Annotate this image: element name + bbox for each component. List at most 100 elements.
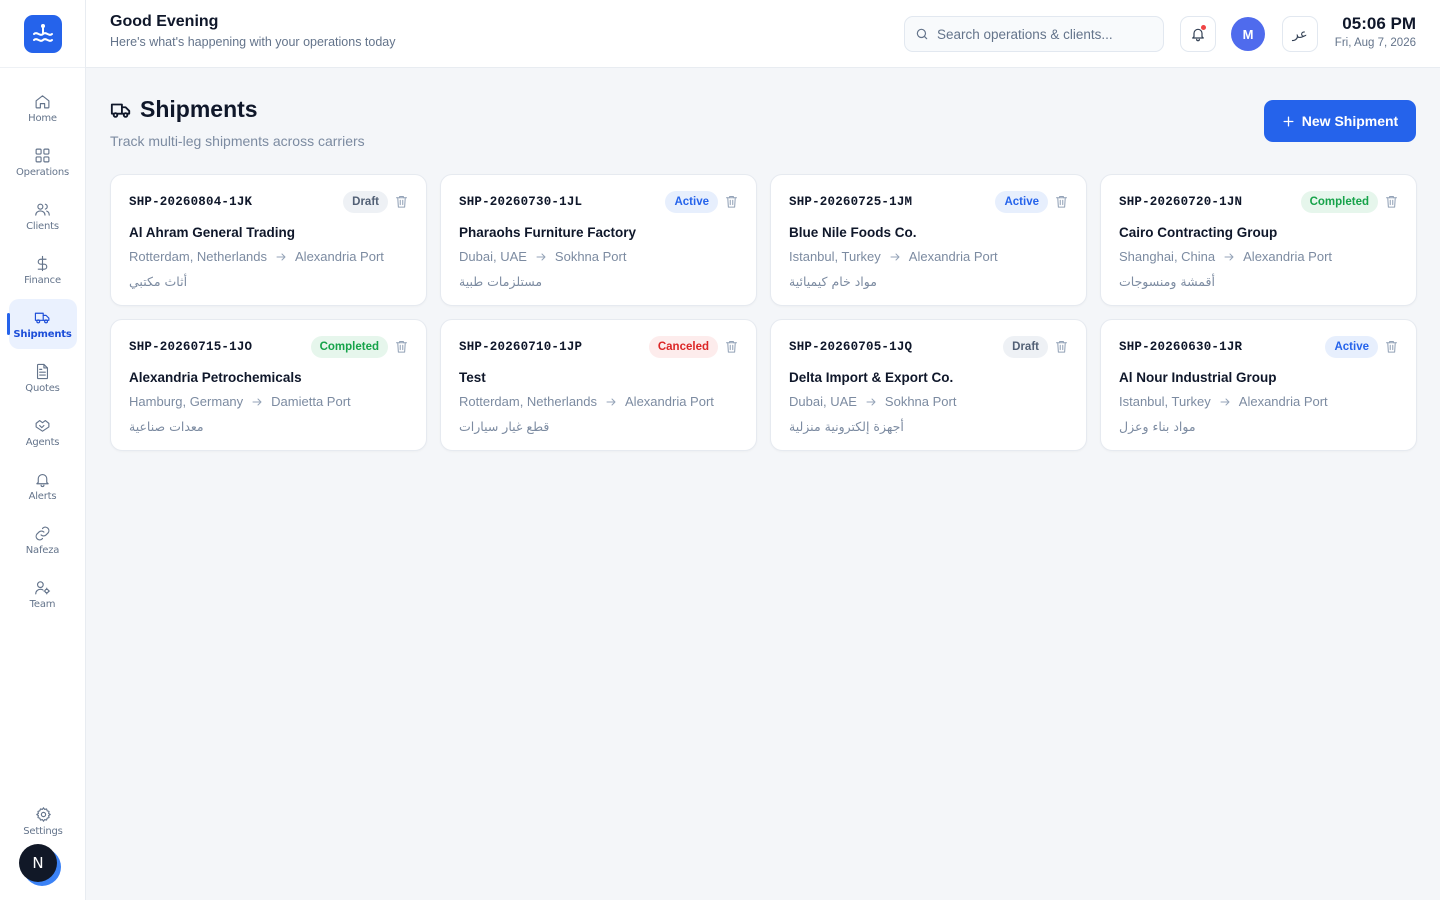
new-shipment-button[interactable]: New Shipment bbox=[1264, 100, 1416, 142]
search-box[interactable] bbox=[904, 16, 1164, 52]
sidebar-item-agents[interactable]: Agents bbox=[9, 407, 77, 457]
gear-icon bbox=[35, 806, 51, 822]
arrow-right-icon bbox=[866, 398, 876, 405]
user-avatar[interactable]: M bbox=[1231, 17, 1265, 51]
search-icon bbox=[916, 28, 928, 40]
link-icon bbox=[35, 526, 50, 540]
shipment-card[interactable]: SHP-20260705-1JQ Draft Delta Import & Expo… bbox=[770, 319, 1087, 451]
sidebar-item-team[interactable]: Team bbox=[9, 569, 77, 619]
notifications-button[interactable] bbox=[1180, 16, 1216, 52]
trash-icon[interactable] bbox=[394, 339, 409, 354]
shipment-card[interactable]: SHP-20260715-1JO Completed Alexandria Petr… bbox=[110, 319, 427, 451]
language-toggle-button[interactable]: عر bbox=[1282, 16, 1318, 52]
route-destination: Alexandria Port bbox=[295, 249, 384, 264]
dollar-icon bbox=[37, 255, 48, 271]
plus-icon bbox=[1283, 116, 1294, 126]
trash-icon[interactable] bbox=[1054, 194, 1069, 209]
sidebar-item-alerts[interactable]: Alerts bbox=[9, 461, 77, 511]
shipment-route: Istanbul, Turkey Alexandria Port bbox=[1119, 394, 1328, 409]
trash-icon[interactable] bbox=[1384, 194, 1399, 209]
new-shipment-label: New Shipment bbox=[1301, 113, 1399, 129]
shipment-card[interactable]: SHP-20260725-1JM Active Blue Nile Foods Co… bbox=[770, 174, 1087, 306]
route-destination: Sokhna Port bbox=[554, 249, 627, 264]
status-badge: Active bbox=[1325, 336, 1378, 358]
shipment-id: SHP-20260720-1JN bbox=[1119, 195, 1243, 209]
page-title: Shipments bbox=[110, 96, 365, 123]
route-origin: Hamburg, Germany bbox=[129, 394, 244, 409]
route-destination: Damietta Port bbox=[271, 394, 351, 409]
sidebar-item-label: Operations bbox=[16, 166, 69, 178]
client-name: Delta Import & Export Co. bbox=[789, 370, 954, 385]
sidebar-item-clients[interactable]: Clients bbox=[9, 191, 77, 241]
client-name: Test bbox=[459, 370, 486, 385]
status-badge: Draft bbox=[1003, 336, 1048, 358]
sidebar-item-label: Quotes bbox=[25, 382, 60, 394]
client-name: Cairo Contracting Group bbox=[1119, 225, 1278, 240]
arrow-right-icon bbox=[536, 253, 546, 260]
search-input[interactable] bbox=[937, 26, 1147, 42]
bell-icon bbox=[36, 473, 49, 487]
shipment-card[interactable]: SHP-20260804-1JK Draft Al Ahram General Tr… bbox=[110, 174, 427, 306]
sidebar-nav: Home Operations Clients Finance Shipments Quo… bbox=[0, 68, 85, 619]
page-subtitle: Track multi-leg shipments across carrier… bbox=[110, 133, 365, 149]
clock-date: Fri, Aug 7, 2026 bbox=[1334, 37, 1416, 49]
route-destination: Alexandria Port bbox=[625, 394, 714, 409]
route-destination: Alexandria Port bbox=[908, 249, 998, 264]
cargo-description: قطع غيار سيارات bbox=[459, 419, 550, 434]
trash-icon[interactable] bbox=[1054, 339, 1069, 354]
shipment-route: Hamburg, Germany Damietta Port bbox=[129, 394, 351, 409]
cargo-description: أجهزة إلكترونية منزلية bbox=[789, 419, 904, 434]
cargo-description: أثاث مكتبي bbox=[129, 274, 188, 289]
sidebar-item-label: Shipments bbox=[13, 328, 72, 340]
trash-icon[interactable] bbox=[394, 194, 409, 209]
sidebar-item-settings[interactable]: Settings bbox=[9, 796, 77, 846]
shipment-id: SHP-20260730-1JL bbox=[459, 195, 583, 209]
sidebar-item-label: Settings bbox=[23, 825, 63, 837]
cargo-description: معدات صناعية bbox=[129, 419, 204, 434]
arrow-right-icon bbox=[252, 398, 262, 405]
shipment-card[interactable]: SHP-20260720-1JN Completed Cairo Contracti… bbox=[1100, 174, 1417, 306]
route-origin: Istanbul, Turkey bbox=[789, 249, 881, 264]
bottom-avatar[interactable]: N bbox=[19, 844, 57, 882]
app-logo[interactable] bbox=[23, 14, 62, 53]
route-destination: Alexandria Port bbox=[1243, 249, 1333, 264]
route-destination: Alexandria Port bbox=[1238, 394, 1328, 409]
route-origin: Shanghai, China bbox=[1119, 249, 1216, 264]
trash-icon[interactable] bbox=[724, 339, 739, 354]
shipment-card[interactable]: SHP-20260630-1JR Active Al Nour Industrial… bbox=[1100, 319, 1417, 451]
arrow-right-icon bbox=[890, 253, 900, 260]
handshake-icon bbox=[35, 419, 50, 432]
cargo-description: مواد خام كيميائية bbox=[789, 274, 877, 289]
greeting-title: Good Evening bbox=[110, 13, 219, 30]
document-icon bbox=[36, 363, 49, 379]
status-badge: Completed bbox=[1300, 191, 1378, 213]
shipments-grid: SHP-20260804-1JK Draft Al Ahram General Tr… bbox=[110, 174, 1417, 451]
sidebar-item-quotes[interactable]: Quotes bbox=[9, 353, 77, 403]
client-name: Al Ahram General Trading bbox=[129, 225, 296, 240]
users-icon bbox=[35, 203, 50, 216]
sidebar-item-nafeza[interactable]: Nafeza bbox=[9, 515, 77, 565]
cargo-description: مستلزمات طبية bbox=[459, 274, 543, 289]
sidebar-item-operations[interactable]: Operations bbox=[9, 137, 77, 187]
route-origin: Dubai, UAE bbox=[789, 394, 857, 409]
sidebar-item-home[interactable]: Home bbox=[9, 83, 77, 133]
shipment-route: Shanghai, China Alexandria Port bbox=[1119, 249, 1332, 264]
shipment-route: Dubai, UAE Sokhna Port bbox=[459, 249, 626, 264]
wave-logo-icon bbox=[32, 23, 53, 42]
cargo-description: مواد بناء وعزل bbox=[1119, 419, 1196, 434]
shipment-card[interactable]: SHP-20260710-1JP Canceled Test Rotterdam, N… bbox=[440, 319, 757, 451]
grid-icon bbox=[35, 148, 50, 162]
shipment-id: SHP-20260804-1JK bbox=[129, 195, 253, 209]
sidebar-item-label: Home bbox=[28, 112, 57, 124]
shipment-route: Istanbul, Turkey Alexandria Port bbox=[789, 249, 998, 264]
trash-icon[interactable] bbox=[1384, 339, 1399, 354]
shipment-route: Rotterdam, Netherlands Alexandria Port bbox=[129, 249, 384, 264]
sidebar-item-shipments[interactable]: Shipments bbox=[6, 299, 77, 349]
trash-icon[interactable] bbox=[724, 194, 739, 209]
shipment-card[interactable]: SHP-20260730-1JL Active Pharaohs Furniture… bbox=[440, 174, 757, 306]
status-badge: Draft bbox=[343, 191, 388, 213]
client-name: Blue Nile Foods Co. bbox=[789, 225, 917, 240]
shipment-id: SHP-20260705-1JQ bbox=[789, 340, 913, 354]
sidebar-item-finance[interactable]: Finance bbox=[9, 245, 77, 295]
greeting-subtitle: Here's what's happening with your operat… bbox=[110, 35, 396, 49]
